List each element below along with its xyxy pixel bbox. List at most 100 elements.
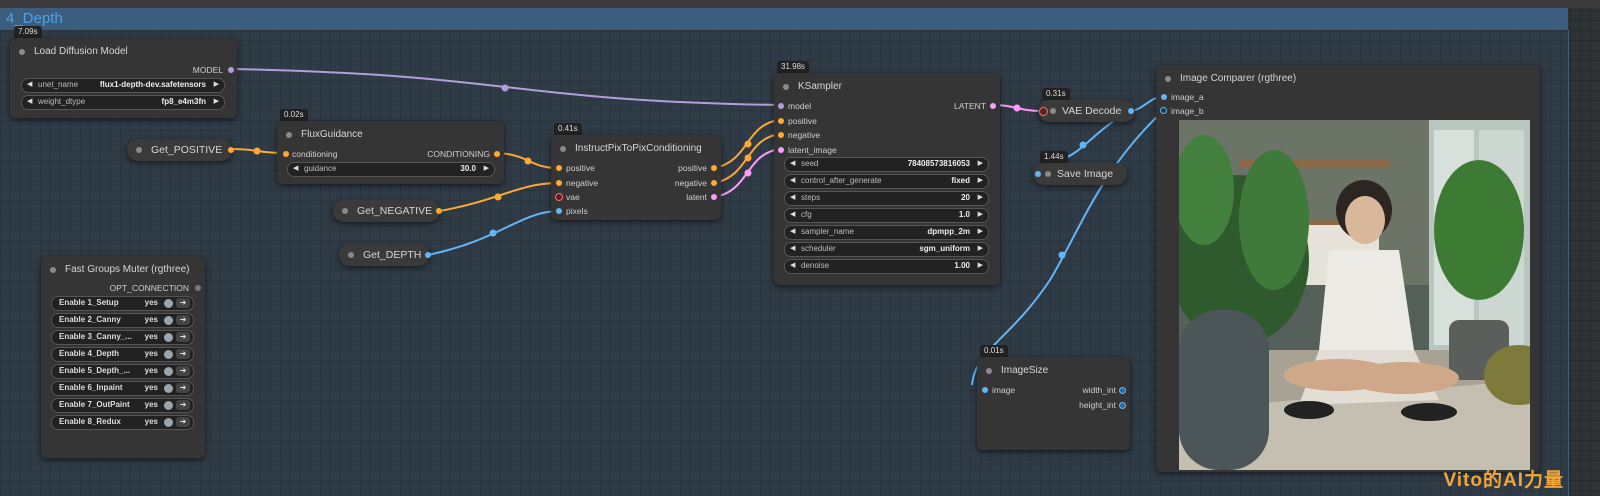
toggle-knob-icon[interactable] [164, 384, 173, 393]
save-image-node[interactable]: Save Image [1033, 163, 1127, 185]
toggle-group-6[interactable]: Enable 6_Inpaint yes ➜ [51, 381, 194, 396]
toggle-knob-icon[interactable] [164, 316, 173, 325]
get-positive-node[interactable]: Get_POSITIVE [127, 139, 234, 161]
height-int-output-pin[interactable] [1119, 402, 1126, 409]
negative-output-pin[interactable] [711, 180, 717, 186]
navigate-arrow-icon[interactable]: ➜ [176, 417, 190, 427]
negative-output-pin[interactable] [436, 208, 442, 214]
node-collapse-dot[interactable] [986, 368, 992, 374]
decrement-arrow-icon[interactable]: ◀ [790, 244, 795, 252]
node-collapse-dot[interactable] [1045, 171, 1051, 177]
increment-arrow-icon[interactable]: ▶ [978, 210, 983, 218]
toggle-knob-icon[interactable] [164, 418, 173, 427]
increment-arrow-icon[interactable]: ▶ [978, 261, 983, 269]
decrement-arrow-icon[interactable]: ◀ [27, 97, 32, 105]
seed-widget[interactable]: ◀ seed 78408573816053 ▶ [784, 157, 989, 172]
navigate-arrow-icon[interactable]: ➜ [176, 298, 190, 308]
toggle-knob-icon[interactable] [164, 299, 173, 308]
increment-arrow-icon[interactable]: ▶ [978, 227, 983, 235]
increment-arrow-icon[interactable]: ▶ [978, 159, 983, 167]
increment-arrow-icon[interactable]: ▶ [978, 244, 983, 252]
latent-output-pin[interactable] [711, 194, 717, 200]
navigate-arrow-icon[interactable]: ➜ [176, 315, 190, 325]
node-collapse-dot[interactable] [560, 146, 566, 152]
negative-input-pin[interactable] [778, 132, 784, 138]
toggle-group-5[interactable]: Enable 5_Depth_... yes ➜ [51, 364, 194, 379]
increment-arrow-icon[interactable]: ▶ [978, 176, 983, 184]
toggle-group-1[interactable]: Enable 1_Setup yes ➜ [51, 296, 194, 311]
positive-input-pin[interactable] [556, 165, 562, 171]
positive-output-pin[interactable] [228, 147, 234, 153]
toggle-group-8[interactable]: Enable 8_Redux yes ➜ [51, 415, 194, 430]
navigate-arrow-icon[interactable]: ➜ [176, 383, 190, 393]
vae-input-pin[interactable] [555, 193, 563, 201]
node-collapse-dot[interactable] [348, 252, 354, 258]
flux-guidance-node[interactable]: FluxGuidance conditioning CONDITIONING ◀… [277, 121, 504, 184]
vae-decode-node[interactable]: VAE Decode [1038, 100, 1135, 122]
positive-output-pin[interactable] [711, 165, 717, 171]
latent-image-input-pin[interactable] [778, 147, 784, 153]
decrement-arrow-icon[interactable]: ◀ [790, 261, 795, 269]
node-collapse-dot[interactable] [19, 49, 25, 55]
navigate-arrow-icon[interactable]: ➜ [176, 400, 190, 410]
toggle-knob-icon[interactable] [164, 333, 173, 342]
navigate-arrow-icon[interactable]: ➜ [176, 349, 190, 359]
images-input-pin[interactable] [1035, 171, 1041, 177]
opt-connection-pin[interactable] [195, 285, 201, 291]
conditioning-output-pin[interactable] [494, 151, 500, 157]
comparison-image[interactable] [1179, 120, 1530, 470]
node-collapse-dot[interactable] [1165, 76, 1171, 82]
positive-input-pin[interactable] [778, 118, 784, 124]
get-negative-node[interactable]: Get_NEGATIVE [333, 200, 442, 222]
steps-widget[interactable]: ◀ steps 20 ▶ [784, 191, 989, 206]
toggle-knob-icon[interactable] [164, 350, 173, 359]
width-int-output-pin[interactable] [1119, 387, 1126, 394]
increment-arrow-icon[interactable]: ▶ [484, 164, 489, 172]
toggle-group-4[interactable]: Enable 4_Depth yes ➜ [51, 347, 194, 362]
node-collapse-dot[interactable] [50, 267, 56, 273]
image-size-node[interactable]: ImageSize image width_int height_int [977, 357, 1130, 450]
negative-input-pin[interactable] [556, 180, 562, 186]
decrement-arrow-icon[interactable]: ◀ [790, 193, 795, 201]
decrement-arrow-icon[interactable]: ◀ [790, 159, 795, 167]
model-input-pin[interactable] [778, 103, 784, 109]
decrement-arrow-icon[interactable]: ◀ [790, 227, 795, 235]
toggle-knob-icon[interactable] [164, 401, 173, 410]
model-output-pin[interactable] [228, 67, 234, 73]
node-collapse-dot[interactable] [136, 147, 142, 153]
toggle-knob-icon[interactable] [164, 367, 173, 376]
fast-groups-muter-node[interactable]: Fast Groups Muter (rgthree) OPT_CONNECTI… [41, 256, 205, 458]
increment-arrow-icon[interactable]: ▶ [214, 80, 219, 88]
image-b-input-pin[interactable] [1160, 107, 1167, 114]
image-output-pin[interactable] [1128, 108, 1134, 114]
unet-name-widget[interactable]: ◀ unet_name flux1-depth-dev.safetensors … [21, 78, 225, 93]
weight-dtype-widget[interactable]: ◀ weight_dtype fp8_e4m3fn ▶ [21, 95, 225, 110]
toggle-group-7[interactable]: Enable 7_OutPaint yes ➜ [51, 398, 194, 413]
image-a-input-pin[interactable] [1161, 94, 1167, 100]
latent-output-pin[interactable] [990, 103, 996, 109]
control-after-generate-widget[interactable]: ◀ control_after_generate fixed ▶ [784, 174, 989, 189]
conditioning-input-pin[interactable] [283, 151, 289, 157]
load-diffusion-model-node[interactable]: Load Diffusion Model MODEL ◀ unet_name f… [10, 38, 237, 118]
denoise-widget[interactable]: ◀ denoise 1.00 ▶ [784, 259, 989, 274]
depth-output-pin[interactable] [425, 252, 431, 258]
node-collapse-dot[interactable] [783, 84, 789, 90]
increment-arrow-icon[interactable]: ▶ [978, 193, 983, 201]
decrement-arrow-icon[interactable]: ◀ [27, 80, 32, 88]
pixels-input-pin[interactable] [556, 208, 562, 214]
sampler-name-widget[interactable]: ◀ sampler_name dpmpp_2m ▶ [784, 225, 989, 240]
vae-input-pin[interactable] [1039, 107, 1048, 116]
get-depth-node[interactable]: Get_DEPTH [339, 244, 431, 266]
decrement-arrow-icon[interactable]: ◀ [790, 176, 795, 184]
cfg-widget[interactable]: ◀ cfg 1.0 ▶ [784, 208, 989, 223]
node-collapse-dot[interactable] [1050, 108, 1056, 114]
ksampler-node[interactable]: KSampler model positive negative latent_… [774, 73, 1000, 285]
decrement-arrow-icon[interactable]: ◀ [293, 164, 298, 172]
decrement-arrow-icon[interactable]: ◀ [790, 210, 795, 218]
toggle-group-2[interactable]: Enable 2_Canny yes ➜ [51, 313, 194, 328]
node-collapse-dot[interactable] [342, 208, 348, 214]
toggle-group-3[interactable]: Enable 3_Canny_... yes ➜ [51, 330, 194, 345]
instruct-pix2pix-node[interactable]: InstructPixToPixConditioning positive ne… [551, 135, 721, 220]
navigate-arrow-icon[interactable]: ➜ [176, 332, 190, 342]
increment-arrow-icon[interactable]: ▶ [214, 97, 219, 105]
